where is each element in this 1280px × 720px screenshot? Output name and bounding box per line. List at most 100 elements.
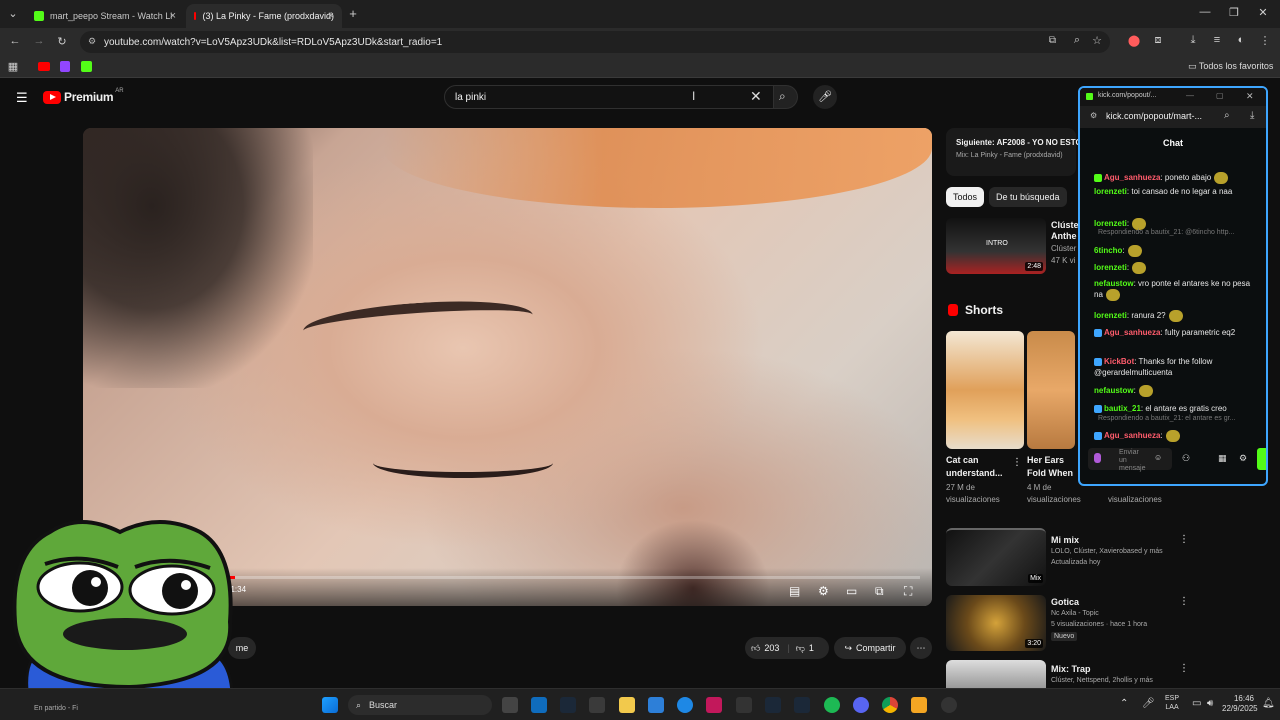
bookmark-kick-icon[interactable] bbox=[81, 61, 92, 72]
window-close-icon[interactable]: ✕ bbox=[1246, 91, 1254, 102]
like-count[interactable]: 203 bbox=[764, 643, 779, 653]
tab-kick-stream[interactable]: mart_peepo Stream - Watch Li × bbox=[26, 4, 184, 28]
app-icon[interactable] bbox=[736, 697, 752, 713]
calendar-icon[interactable]: ▦ bbox=[1218, 453, 1227, 464]
tab-youtube-active[interactable]: (3) La Pinky - Fame (prodxdavid) × bbox=[186, 4, 342, 28]
edge-icon[interactable] bbox=[677, 697, 693, 713]
window-close-icon[interactable]: ✕ bbox=[1256, 6, 1270, 19]
tab-list-icon[interactable]: ⌄ bbox=[6, 7, 20, 20]
cast-icon[interactable]: ⧉ bbox=[875, 584, 884, 599]
back-icon[interactable]: ← bbox=[8, 35, 22, 47]
taskbar-search[interactable]: ⌕ Buscar bbox=[348, 695, 492, 715]
browser-menu-icon[interactable]: ⋮ bbox=[1258, 34, 1272, 47]
search-button[interactable]: ⌕ bbox=[774, 85, 798, 109]
rec-thumbnail[interactable]: INTRO 2:48 bbox=[946, 218, 1046, 274]
app-icon[interactable] bbox=[706, 697, 722, 713]
windows-start-icon[interactable] bbox=[322, 697, 338, 713]
hamburger-menu-icon[interactable]: ☰ bbox=[16, 90, 28, 106]
search-input[interactable]: la pinki I ✕ bbox=[444, 85, 774, 109]
bookmark-star-icon[interactable]: ☆ bbox=[1092, 34, 1102, 47]
forward-icon[interactable]: → bbox=[32, 35, 46, 47]
mix-title[interactable]: Mix: Trap bbox=[1051, 664, 1091, 674]
short-title[interactable]: Cat can bbox=[946, 455, 979, 465]
dislike-count[interactable]: 1 bbox=[809, 643, 814, 653]
short-menu-icon[interactable]: ⋮ bbox=[1012, 457, 1022, 468]
clear-search-icon[interactable]: ✕ bbox=[750, 88, 762, 105]
emote-picker-icon[interactable]: ☺ bbox=[1154, 453, 1162, 462]
settings-gear-icon[interactable]: ⚙ bbox=[818, 584, 829, 598]
task-view-icon[interactable] bbox=[502, 697, 518, 713]
microphone-icon[interactable]: 🎤︎ bbox=[1142, 698, 1155, 709]
mix-menu-icon[interactable]: ⋮ bbox=[1179, 663, 1189, 674]
volume-icon[interactable]: 🔊︎ bbox=[1207, 698, 1213, 709]
maximize-icon[interactable]: ▢ bbox=[1216, 91, 1224, 100]
minimize-icon[interactable]: — bbox=[1198, 6, 1212, 18]
voice-search-icon[interactable]: 🎤︎ bbox=[813, 85, 837, 109]
settings-gear-icon[interactable]: ⚙ bbox=[1239, 453, 1247, 464]
profile-icon[interactable]: ◐ bbox=[1234, 34, 1248, 46]
short-title[interactable]: Her Ears bbox=[1027, 455, 1064, 465]
cast-icon[interactable]: ⧉ bbox=[1049, 35, 1056, 46]
rec-title[interactable]: Clúste bbox=[1051, 220, 1079, 230]
mix-thumbnail[interactable]: Mix bbox=[946, 528, 1046, 586]
outlook-icon[interactable] bbox=[531, 697, 547, 713]
mix-menu-icon[interactable]: ⋮ bbox=[1179, 534, 1189, 545]
language-indicator[interactable]: ESP LAA bbox=[1165, 694, 1179, 712]
maximize-icon[interactable]: ❐ bbox=[1227, 6, 1241, 19]
minimize-icon[interactable]: — bbox=[1186, 91, 1194, 100]
notifications-icon[interactable]: 🔔︎ bbox=[1262, 698, 1275, 709]
chat-username[interactable]: lorenzeti bbox=[1094, 311, 1127, 320]
steam-icon[interactable] bbox=[794, 697, 810, 713]
site-info-icon[interactable]: ⚙ bbox=[88, 36, 96, 47]
close-icon[interactable]: × bbox=[328, 10, 334, 22]
store-icon[interactable] bbox=[589, 697, 605, 713]
chat-input[interactable]: Enviar un mensaje ☺ bbox=[1088, 448, 1172, 472]
dislike-icon[interactable]: 👎︎ bbox=[796, 643, 805, 654]
spotify-icon[interactable] bbox=[824, 697, 840, 713]
chat-username[interactable]: Agu_sanhueza bbox=[1104, 431, 1160, 440]
steam-icon[interactable] bbox=[765, 697, 781, 713]
short-title-line2[interactable]: understand... bbox=[946, 468, 1003, 478]
chip-todos[interactable]: Todos bbox=[946, 187, 985, 207]
download-icon[interactable]: ⤓ bbox=[1186, 34, 1200, 47]
new-tab-plus-icon[interactable]: + bbox=[346, 6, 360, 21]
microphone-icon[interactable] bbox=[1094, 453, 1101, 463]
network-icon[interactable]: ▭ bbox=[1192, 698, 1201, 709]
reload-icon[interactable]: ↻ bbox=[55, 35, 69, 48]
short-title-line2[interactable]: Fold When bbox=[1027, 468, 1073, 478]
address-bar[interactable]: ⚙ youtube.com/watch?v=LoV5Apz3UDk&list=R… bbox=[80, 31, 1110, 53]
short-thumbnail[interactable] bbox=[1027, 331, 1075, 449]
zoom-icon[interactable]: ⌕ bbox=[1074, 34, 1080, 47]
chat-username[interactable]: 6tincho bbox=[1094, 246, 1122, 255]
chevron-up-icon[interactable]: ⌃ bbox=[1120, 698, 1128, 709]
fullscreen-icon[interactable]: ⛶ bbox=[904, 584, 912, 599]
download-icon[interactable]: ⤓ bbox=[1250, 110, 1254, 121]
app-icon[interactable] bbox=[911, 697, 927, 713]
up-next-panel[interactable]: Siguiente: AF2008 - YO NO ESTO Mix: La P… bbox=[946, 128, 1082, 176]
mix-title[interactable]: Gotica bbox=[1051, 597, 1079, 607]
chat-username[interactable]: lorenzeti bbox=[1094, 187, 1127, 196]
users-icon[interactable]: ⚇ bbox=[1182, 453, 1190, 464]
app-icon[interactable] bbox=[941, 697, 957, 713]
chip-de-tu-busqueda[interactable]: De tu búsqueda bbox=[989, 187, 1067, 207]
chat-username[interactable]: lorenzeti bbox=[1094, 219, 1127, 228]
share-button[interactable]: ↪ Compartir bbox=[834, 637, 906, 659]
chat-username[interactable]: KickBot bbox=[1104, 357, 1134, 366]
close-icon[interactable]: × bbox=[170, 10, 176, 22]
more-actions-icon[interactable]: ⋯ bbox=[910, 637, 932, 659]
chrome-icon[interactable] bbox=[882, 697, 898, 713]
like-icon[interactable]: 👍︎ bbox=[751, 643, 760, 654]
bookmark-youtube-icon[interactable] bbox=[38, 62, 50, 71]
mix-thumbnail[interactable] bbox=[946, 660, 1046, 688]
chat-username[interactable]: lorenzeti bbox=[1094, 263, 1127, 272]
site-info-icon[interactable]: ⚙ bbox=[1090, 111, 1097, 120]
rec-title-line2[interactable]: Anthe bbox=[1051, 231, 1077, 241]
clock[interactable]: 16:46 22/9/2025 bbox=[1222, 694, 1258, 714]
chat-username[interactable]: nefaustow bbox=[1094, 279, 1134, 288]
extension-icon[interactable]: ⬤ bbox=[1127, 34, 1141, 47]
mix-menu-icon[interactable]: ⋮ bbox=[1179, 596, 1189, 607]
bookmark-twitch-icon[interactable] bbox=[60, 61, 70, 72]
app-icon[interactable] bbox=[648, 697, 664, 713]
extensions-puzzle-icon[interactable]: ⧈ bbox=[1151, 34, 1165, 47]
zoom-icon[interactable]: ⌕ bbox=[1224, 110, 1230, 121]
